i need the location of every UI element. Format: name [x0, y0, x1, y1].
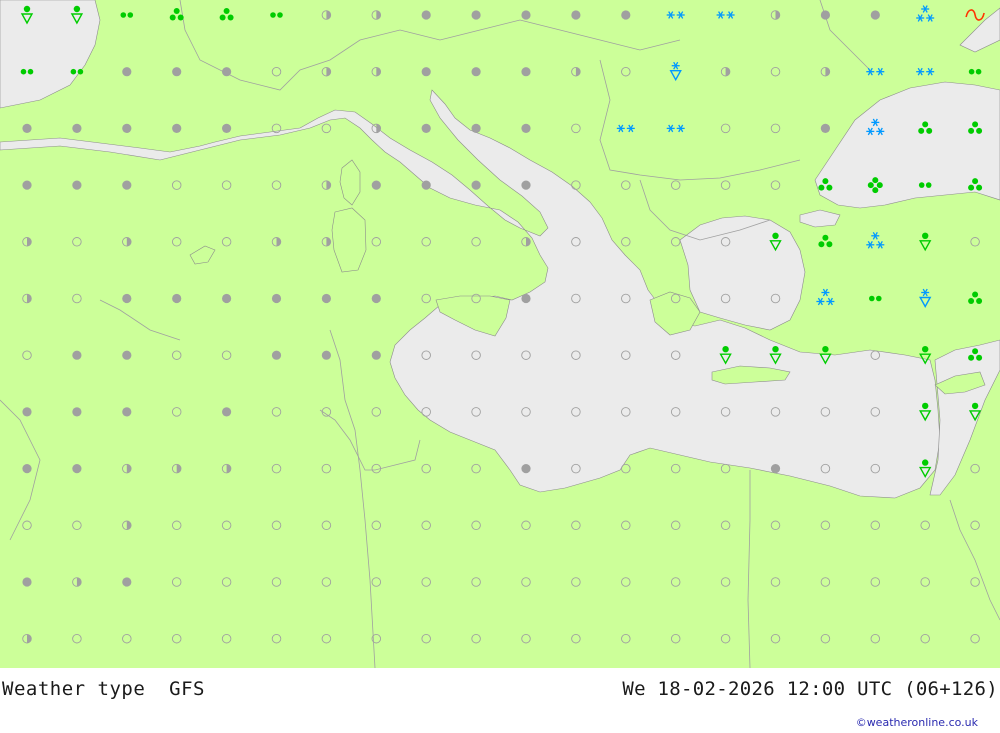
weather-symbol-cloudy: [72, 407, 82, 417]
weather-symbol-cloudy: [571, 10, 581, 20]
weather-symbol-cloudy: [271, 350, 282, 360]
weather-symbol-cloudy: [820, 10, 831, 20]
weather-symbol-cloudy: [471, 123, 481, 133]
weather-symbol-cloudy: [72, 464, 82, 474]
weather-symbol-cloudy: [471, 67, 481, 77]
weather-symbol-cloudy: [222, 293, 232, 304]
weather-symbol-cloudy: [122, 350, 132, 360]
map-canvas: [0, 0, 1000, 669]
weather-symbol-cloudy: [122, 577, 132, 587]
weather-symbol-cloudy: [22, 577, 32, 587]
weather-symbol-cloudy: [321, 350, 331, 360]
weather-symbol-cloudy: [22, 407, 32, 417]
weather-symbol-cloudy: [421, 180, 431, 190]
weather-symbol-cloudy: [222, 123, 232, 133]
weather-symbol-cloudy: [371, 180, 381, 190]
weather-symbol-cloudy: [521, 464, 531, 474]
weather-symbol-cloudy: [22, 123, 32, 133]
weather-symbol-cloudy: [72, 350, 82, 360]
weather-symbol-cloudy: [820, 123, 831, 133]
weather-symbol-cloudy: [72, 123, 82, 133]
weather-symbol-cloudy: [22, 464, 32, 474]
weather-symbol-cloudy: [471, 10, 481, 20]
weather-map: [0, 0, 1000, 669]
weather-symbol-cloudy: [471, 180, 481, 190]
weather-symbol-cloudy: [222, 407, 232, 417]
weather-symbol-cloudy: [421, 67, 431, 77]
weather-symbol-cloudy: [172, 67, 182, 77]
weather-symbol-cloudy: [521, 10, 531, 20]
weather-symbol-cloudy: [521, 123, 531, 133]
weather-symbol-cloudy: [172, 123, 182, 133]
weather-symbol-cloudy: [521, 180, 531, 190]
weather-symbol-cloudy: [271, 293, 282, 304]
weather-symbol-cloudy: [321, 293, 331, 304]
weather-symbol-cloudy: [172, 293, 182, 304]
map-title: Weather type GFS: [2, 678, 205, 700]
weather-symbol-cloudy: [770, 464, 781, 474]
weather-symbol-cloudy: [371, 350, 381, 360]
weather-symbol-cloudy: [122, 407, 132, 417]
weather-symbol-cloudy: [22, 180, 32, 190]
credit-link[interactable]: ©weatheronline.co.uk: [856, 716, 978, 729]
weather-symbol-cloudy: [870, 10, 880, 20]
weather-symbol-cloudy: [122, 293, 132, 304]
weather-symbol-cloudy: [122, 67, 132, 77]
weather-symbol-cloudy: [421, 123, 431, 133]
weather-symbol-cloudy: [122, 123, 132, 133]
weather-symbol-cloudy: [122, 180, 132, 190]
valid-time: We 18-02-2026 12:00 UTC (06+126): [622, 678, 998, 700]
weather-symbol-cloudy: [72, 180, 82, 190]
weather-symbol-cloudy: [222, 67, 232, 77]
weather-symbol-cloudy: [521, 293, 531, 304]
weather-symbol-cloudy: [421, 10, 431, 20]
weather-symbol-cloudy: [621, 10, 631, 20]
weather-symbol-cloudy: [371, 293, 381, 304]
weather-symbol-cloudy: [521, 67, 531, 77]
